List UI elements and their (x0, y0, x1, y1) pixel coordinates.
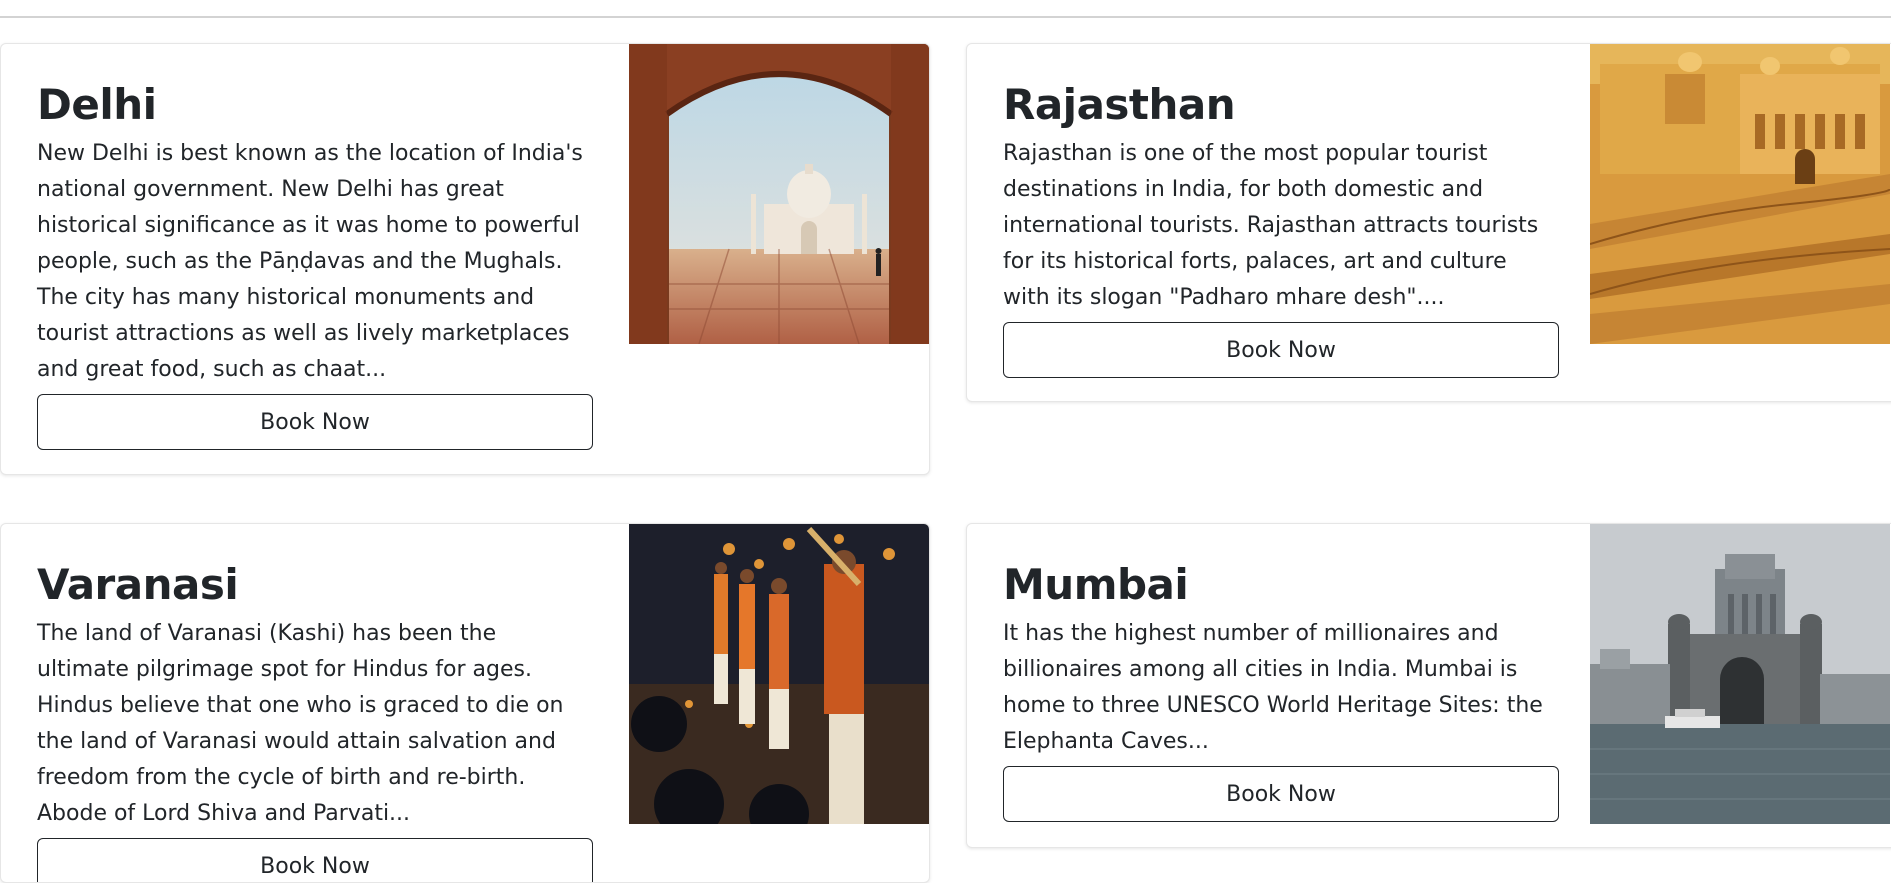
ganga-aarti-image (629, 524, 929, 824)
top-divider (0, 0, 1891, 18)
card-body: Rajasthan Rajasthan is one of the most p… (1003, 80, 1559, 379)
card-description: Rajasthan is one of the most popular tou… (1003, 141, 1539, 311)
amber-fort-image (1590, 44, 1890, 344)
destination-card-rajasthan: Rajasthan Rajasthan is one of the most p… (966, 43, 1891, 402)
card-description: New Delhi is best known as the location … (37, 141, 583, 383)
card-body: Mumbai It has the highest number of mill… (1003, 560, 1559, 823)
destination-card-delhi: Delhi New Delhi is best known as the loc… (0, 43, 930, 475)
destination-card-mumbai: Mumbai It has the highest number of mill… (966, 523, 1891, 848)
book-now-button[interactable]: Book Now (1003, 322, 1559, 379)
card-title: Delhi (37, 80, 157, 129)
book-now-button[interactable]: Book Now (37, 838, 593, 882)
card-title: Mumbai (1003, 560, 1189, 609)
card-title: Rajasthan (1003, 80, 1236, 129)
book-now-button[interactable]: Book Now (1003, 766, 1559, 823)
card-description: It has the highest number of millionaire… (1003, 621, 1543, 755)
card-description: The land of Varanasi (Kashi) has been th… (37, 621, 564, 827)
card-title: Varanasi (37, 560, 239, 609)
card-body: Delhi New Delhi is best known as the loc… (37, 80, 593, 451)
card-body: Varanasi The land of Varanasi (Kashi) ha… (37, 560, 593, 882)
book-now-button[interactable]: Book Now (37, 394, 593, 451)
destination-card-varanasi: Varanasi The land of Varanasi (Kashi) ha… (0, 523, 930, 883)
gateway-of-india-image (1590, 524, 1890, 824)
taj-mahal-image (629, 44, 929, 344)
